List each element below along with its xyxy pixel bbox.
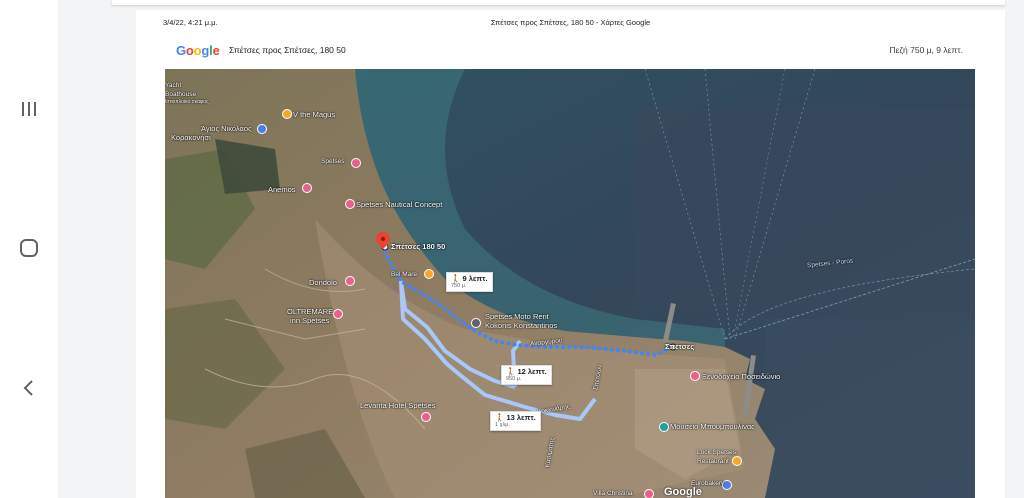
map-label-magus: V the Magus [293, 110, 336, 119]
moto-rent-poi-icon[interactable] [471, 318, 481, 328]
back-icon[interactable] [0, 368, 58, 408]
poseidonion-poi-icon[interactable] [690, 371, 700, 381]
nautical-poi-icon[interactable] [345, 199, 355, 209]
museum-poi-icon[interactable] [659, 422, 669, 432]
map-label-yacht: Yacht [165, 82, 182, 89]
route-callout-alt-2[interactable]: 🚶 13 λεπτ. 1 χλμ. [490, 411, 541, 432]
map-label-dondolo: Dondolo [309, 278, 337, 287]
route-summary: Πεζή 750 μ, 9 λεπτ. [889, 45, 964, 55]
map-label-spetses-small: Spetses [321, 158, 345, 165]
map-label-agios-nikolaos: Άγιος Νικόλαος [201, 124, 252, 133]
map-label-spetses-port: Σπέτσες [665, 342, 695, 351]
map-label-lock: Lock Spetses [697, 449, 737, 456]
church-poi-icon[interactable] [257, 124, 267, 134]
callout-time: 12 λεπτ. [517, 367, 547, 376]
callout-time: 9 λεπτ. [462, 274, 488, 283]
map-label-bouboulina: Μουσείο Μπουμπουλίνας [670, 422, 755, 431]
print-page-title: Σπέτσες προς Σπέτσες, 180 50 - Χάρτες Go… [490, 18, 651, 27]
map-label-villa: Villa Christina [593, 490, 633, 497]
route-title: Σπέτσες προς Σπέτσες, 180 50 [229, 45, 346, 55]
map-label-korakonisi: Κορακονήσι [171, 133, 211, 142]
print-page: 3/4/22, 4:21 μ.μ. Σπέτσες προς Σπέτσες, … [136, 10, 1005, 498]
satellite-map[interactable]: Yacht Boathouse Ιστιοπλοϊκό σκάφος V the… [165, 69, 975, 498]
navigation-rail [0, 0, 58, 498]
map-label-bel-mare: Bel Mare [391, 271, 418, 278]
map-label-anemos: Anemos [268, 185, 296, 194]
walk-icon: 🚶 [451, 274, 461, 283]
map-label-oltremare-sub: inn Spetses [290, 316, 330, 325]
recents-icon[interactable] [0, 89, 58, 129]
walk-icon: 🚶 [506, 367, 516, 376]
callout-time: 13 λεπτ. [506, 413, 536, 422]
spetses-poi-icon[interactable] [351, 158, 361, 168]
home-icon[interactable] [0, 228, 58, 268]
map-label-oltremare: OLTREMARE [287, 307, 334, 316]
lock-poi-icon[interactable] [732, 456, 742, 466]
previous-page-edge [112, 0, 1005, 5]
callout-distance: 950 μ. [506, 376, 522, 383]
viewer-gutter-right [1005, 0, 1024, 498]
oltremare-poi-icon[interactable] [333, 309, 343, 319]
callout-distance: 1 χλμ. [495, 422, 510, 429]
callout-distance: 750 μ. [451, 283, 467, 290]
route-callout-primary[interactable]: 🚶 9 λεπτ. 750 μ. [446, 272, 493, 293]
villa-poi-icon[interactable] [644, 489, 654, 498]
map-imagery [165, 69, 975, 498]
map-label-boathouse-sub: Ιστιοπλοϊκό σκάφος [165, 99, 209, 105]
bel-mare-poi-icon[interactable] [424, 269, 434, 279]
route-callout-alt-1[interactable]: 🚶 12 λεπτ. 950 μ. [501, 365, 552, 386]
google-logo: Google [176, 43, 220, 58]
levanta-poi-icon[interactable] [421, 412, 431, 422]
anemos-poi-icon[interactable] [302, 183, 312, 193]
map-label-moto-rent-sub: Kokonis Konstantinos [485, 321, 558, 330]
viewer-gutter-left [58, 0, 136, 498]
map-label-nautical: Spetses Nautical Concept [356, 200, 443, 209]
map-label-lock-sub: Restaurant [697, 458, 729, 465]
magus-poi-icon[interactable] [282, 109, 292, 119]
map-label-destination: Σπέτσες 180 50 [391, 242, 446, 251]
map-google-watermark: Google [664, 486, 702, 498]
map-label-moto-rent: Spetses Moto Rent [485, 312, 549, 321]
map-label-levanta: Levanta Hotel Spetses [360, 401, 436, 410]
dondolo-poi-icon[interactable] [345, 276, 355, 286]
map-label-poseidonion: Ξενοδοχείο Ποσειδώνιο [702, 372, 781, 381]
map-label-boathouse: Boathouse [165, 91, 197, 98]
walk-icon: 🚶 [495, 413, 505, 422]
